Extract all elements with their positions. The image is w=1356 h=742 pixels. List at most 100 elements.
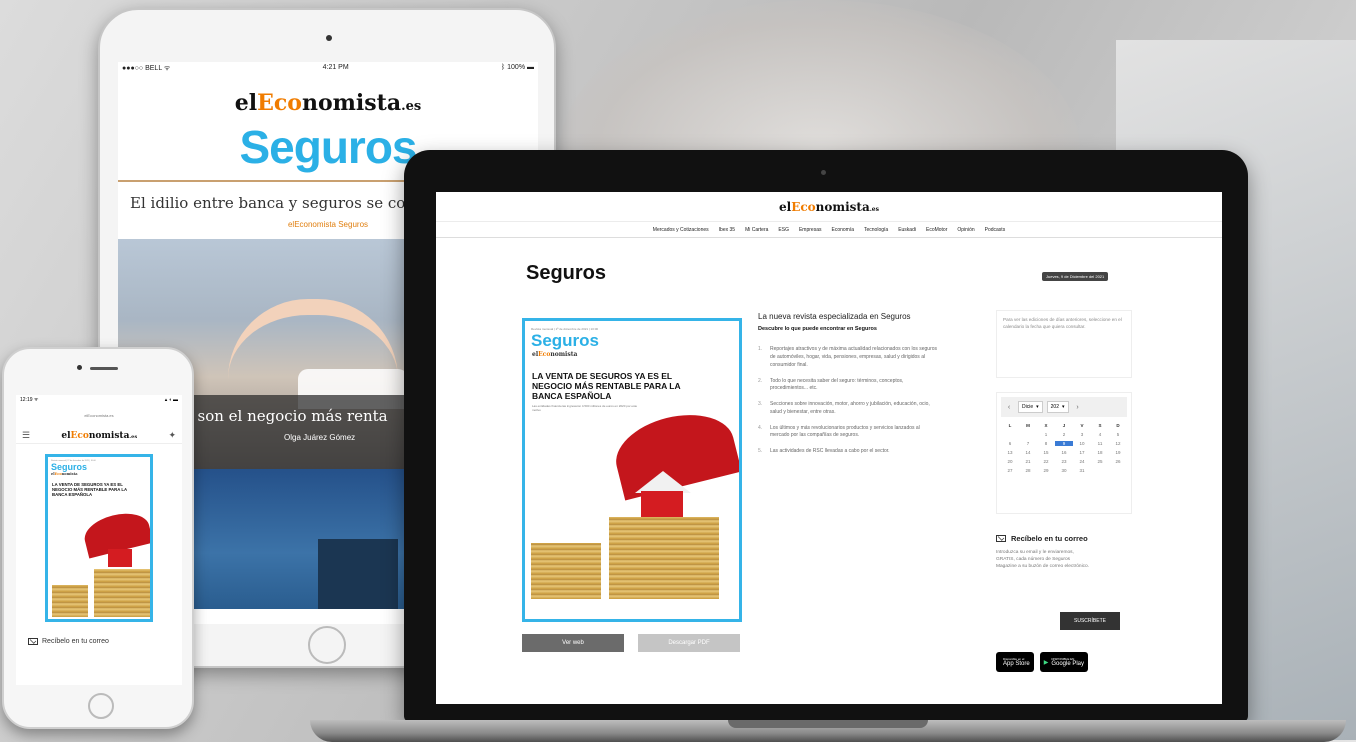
calendar-day bbox=[1109, 468, 1127, 473]
play-icon: ▶ bbox=[1043, 659, 1049, 666]
list-item: 4. Los últimos y más revolucionarios prod… bbox=[758, 424, 920, 439]
cover-logo: elEconomista bbox=[51, 472, 78, 476]
calendar-day[interactable]: 11 bbox=[1091, 441, 1109, 446]
calendar-day[interactable]: 10 bbox=[1073, 441, 1091, 446]
app-store-badge[interactable]: Disponible en el App Store bbox=[996, 652, 1034, 672]
calendar-day[interactable]: 4 bbox=[1091, 432, 1109, 437]
cover-subhead: Las entidades financieras ingresaron 4.5… bbox=[532, 404, 638, 413]
year-select[interactable]: 202 ▾ bbox=[1046, 401, 1069, 413]
calendar-day[interactable]: 30 bbox=[1055, 468, 1073, 473]
calendar-header: ‹ Dicie ▾ 202 ▾ › bbox=[1001, 397, 1127, 417]
cover-headline: LA VENTA DE SEGUROS YA ES EL NEGOCIO MÁS… bbox=[52, 482, 127, 497]
building-shape bbox=[318, 539, 398, 609]
calendar-day[interactable]: 18 bbox=[1091, 450, 1109, 455]
more-icon[interactable]: ✦ bbox=[168, 430, 176, 441]
cover-title: Seguros bbox=[531, 331, 600, 350]
status-time: 12:19 ᯤ bbox=[20, 397, 39, 403]
nav-item[interactable]: Podcasts bbox=[985, 227, 1006, 233]
calendar-day[interactable]: 28 bbox=[1019, 468, 1037, 473]
nav-item[interactable]: Mercados y Cotizaciones bbox=[653, 227, 709, 233]
list-item: 1. Reportajes atractivos y de máxima actu… bbox=[758, 346, 938, 368]
calendar-weekday: V bbox=[1080, 423, 1084, 428]
url-bar[interactable]: elEconomista.es bbox=[16, 413, 182, 418]
calendar-day[interactable]: 1 bbox=[1037, 432, 1055, 437]
calendar-day[interactable]: 24 bbox=[1073, 459, 1091, 464]
tablet-home-button[interactable] bbox=[308, 626, 346, 664]
calendar-day[interactable]: 9 bbox=[1055, 441, 1073, 446]
phone-logo[interactable]: elEconomista.es bbox=[61, 431, 137, 441]
month-select[interactable]: Dicie ▾ bbox=[1018, 401, 1043, 413]
calendar-day[interactable]: 29 bbox=[1037, 468, 1055, 473]
status-time: 4:21 PM bbox=[322, 64, 349, 71]
nav-item[interactable]: Ibex 35 bbox=[719, 227, 735, 233]
list-item: 3. Secciones sobre innovación, motor, aho… bbox=[758, 401, 930, 415]
calendar-day[interactable]: 8 bbox=[1037, 441, 1055, 446]
calendar-day[interactable]: 2 bbox=[1055, 432, 1073, 437]
calendar-day[interactable]: 31 bbox=[1073, 468, 1091, 473]
calendar-day[interactable]: 7 bbox=[1019, 441, 1037, 446]
calendar-prev-icon[interactable]: ‹ bbox=[1004, 404, 1014, 411]
nav-item[interactable]: Tecnología bbox=[864, 227, 888, 233]
nav-item[interactable]: Euskadi bbox=[898, 227, 916, 233]
calendar-day[interactable]: 5 bbox=[1109, 432, 1127, 437]
laptop-screen: elEconomista.es Mercados y Cotizaciones … bbox=[436, 192, 1222, 704]
nav-item[interactable]: EcoMotor bbox=[926, 227, 947, 233]
menu-icon[interactable]: ☰ bbox=[22, 430, 30, 441]
phone-header: ☰ elEconomista.es ✦ bbox=[16, 428, 182, 444]
chevron-down-icon: ▾ bbox=[1061, 404, 1065, 410]
mail-icon bbox=[996, 535, 1006, 542]
subscribe-button[interactable]: SUSCRÍBETE bbox=[1060, 612, 1120, 630]
archive-hint: Para ver las ediciones de días anteriore… bbox=[996, 310, 1132, 378]
nav-item[interactable]: Economía bbox=[831, 227, 854, 233]
phone-speaker bbox=[90, 367, 118, 370]
calendar-next-icon[interactable]: › bbox=[1073, 404, 1083, 411]
phone-device: 12:19 ᯤ ▴ ◖ ▬ elEconomista.es ☰ elEconom… bbox=[2, 347, 194, 729]
calendar-day[interactable]: 23 bbox=[1055, 459, 1073, 464]
status-battery: ▴ ◖ ▬ bbox=[164, 397, 178, 403]
calendar-day[interactable]: 6 bbox=[1001, 441, 1019, 446]
calendar-day bbox=[1019, 432, 1037, 437]
intro-subtitle: Descubre lo que puede encontrar en Segur… bbox=[758, 326, 877, 333]
coin-stack bbox=[94, 569, 150, 617]
phone-home-button[interactable] bbox=[88, 693, 114, 719]
calendar-day[interactable]: 17 bbox=[1073, 450, 1091, 455]
status-carrier: ●●●○○ BELL ᯤ bbox=[122, 65, 171, 72]
calendar-day[interactable]: 13 bbox=[1001, 450, 1019, 455]
laptop-camera bbox=[821, 170, 826, 175]
coin-stack bbox=[531, 543, 601, 599]
calendar-day[interactable]: 15 bbox=[1037, 450, 1055, 455]
nav-item[interactable]: Empresas bbox=[799, 227, 822, 233]
intro-section: La nueva revista especializada en Seguro… bbox=[758, 312, 938, 464]
list-item: 5. Las actividades de RSC llevadas a cabo… bbox=[758, 448, 890, 455]
nav-item[interactable]: ESG bbox=[778, 227, 789, 233]
view-web-button[interactable]: Ver web bbox=[522, 634, 624, 652]
calendar-day[interactable]: 3 bbox=[1073, 432, 1091, 437]
google-play-badge[interactable]: ▶ DISPONIBLE EN Google Play bbox=[1039, 652, 1088, 672]
calendar-day[interactable]: 20 bbox=[1001, 459, 1019, 464]
tablet-logo[interactable]: elEconomista.es bbox=[118, 90, 538, 116]
list-item: 2. Todo lo que necesita saber del seguro:… bbox=[758, 377, 904, 392]
calendar-grid: L M X J V S D 1 2 3 4 5 6 7 8 9 10 11 12 13 14 15 16 17 18 19 20 21… bbox=[1001, 423, 1127, 473]
phone-newsletter-link[interactable]: Recíbelo en tu correo bbox=[28, 638, 182, 645]
calendar-day[interactable]: 27 bbox=[1001, 468, 1019, 473]
phone-screen: 12:19 ᯤ ▴ ◖ ▬ elEconomista.es ☰ elEconom… bbox=[16, 395, 182, 685]
nav-item[interactable]: Opinión bbox=[957, 227, 974, 233]
calendar-day[interactable]: 22 bbox=[1037, 459, 1055, 464]
laptop-device: elEconomista.es Mercados y Cotizaciones … bbox=[404, 150, 1248, 722]
download-pdf-button[interactable]: Descargar PDF bbox=[638, 634, 740, 652]
magazine-cover[interactable]: Revista mensual | 1ª de diciembre de 202… bbox=[522, 318, 742, 622]
nav-item[interactable]: Mi Cartera bbox=[745, 227, 768, 233]
app-store-badges: Disponible en el App Store ▶ DISPONIBLE EN… bbox=[996, 652, 1088, 672]
calendar-widget: ‹ Dicie ▾ 202 ▾ › L M X J V S D 1 2 3 4 5 6 7 8 9 10 11 12 13… bbox=[996, 392, 1132, 514]
page-title: Seguros bbox=[526, 262, 607, 284]
calendar-day[interactable]: 16 bbox=[1055, 450, 1073, 455]
calendar-day[interactable]: 21 bbox=[1019, 459, 1037, 464]
site-logo[interactable]: elEconomista.es bbox=[779, 200, 879, 214]
magazine-cover[interactable]: Revista mensual | 1ª de diciembre de 202… bbox=[45, 454, 153, 622]
mail-icon bbox=[28, 638, 38, 645]
calendar-day[interactable]: 14 bbox=[1019, 450, 1037, 455]
calendar-day[interactable]: 12 bbox=[1109, 441, 1127, 446]
calendar-day[interactable]: 25 bbox=[1091, 459, 1109, 464]
calendar-day[interactable]: 19 bbox=[1109, 450, 1127, 455]
calendar-day[interactable]: 26 bbox=[1109, 459, 1127, 464]
